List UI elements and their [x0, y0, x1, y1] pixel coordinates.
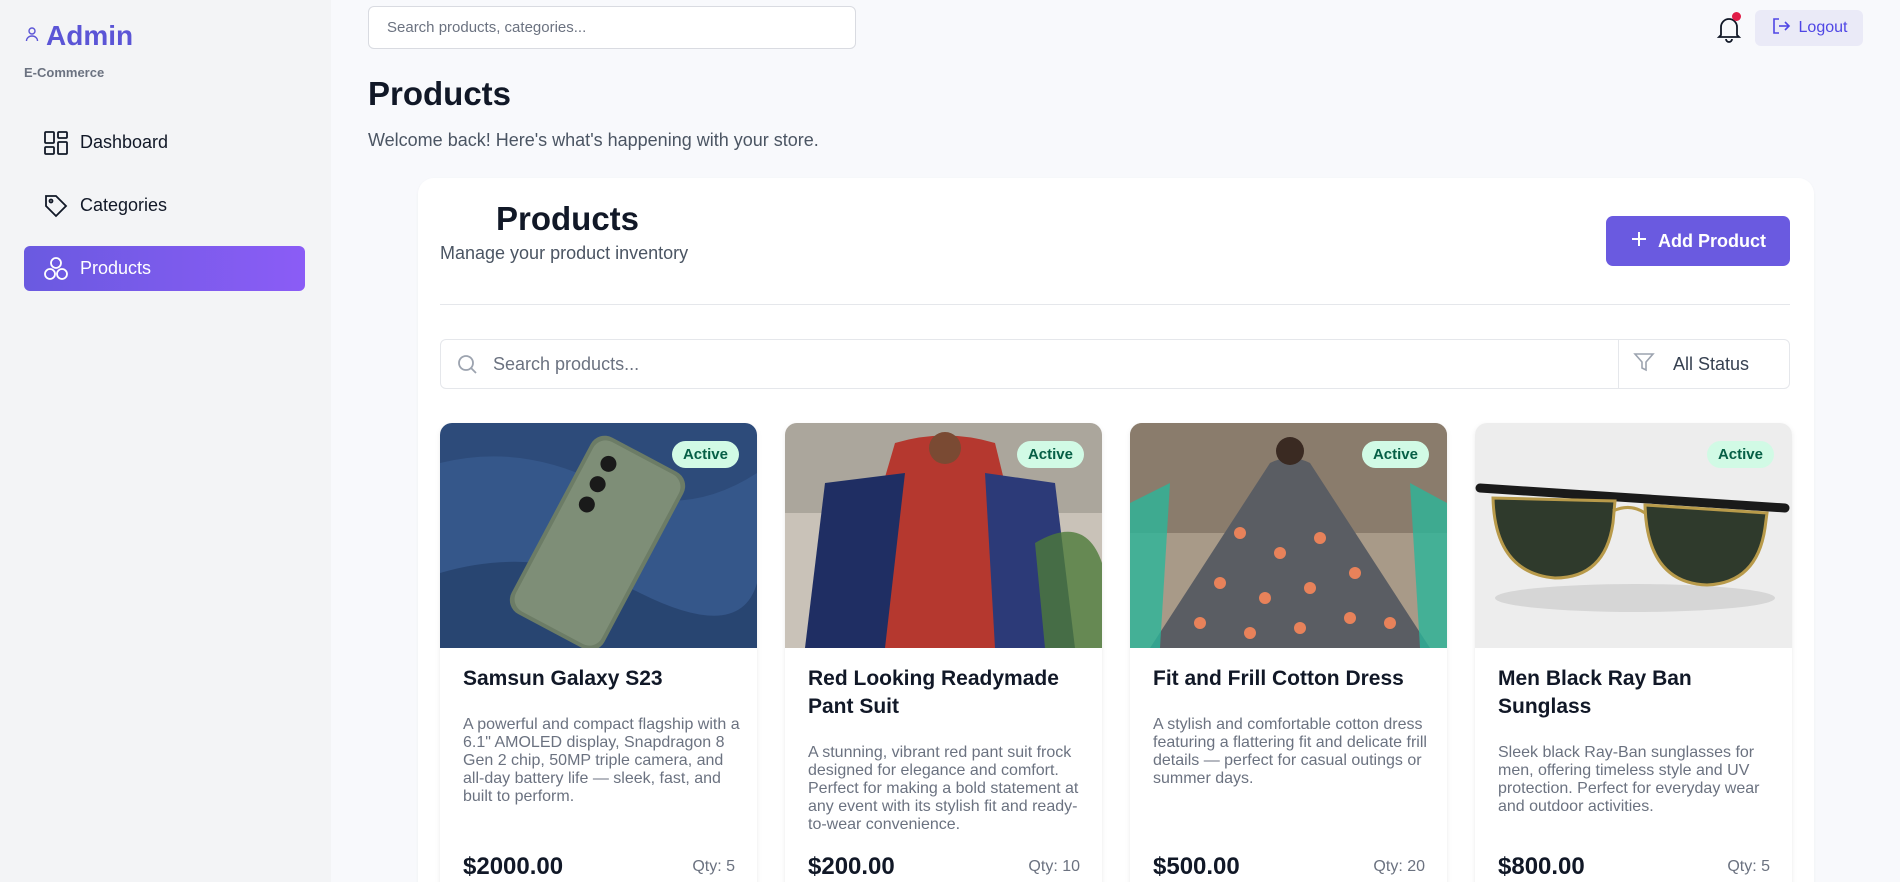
plus-icon — [1630, 230, 1648, 253]
status-badge: Active — [1706, 441, 1774, 468]
product-name: Fit and Frill Cotton Dress — [1153, 667, 1404, 690]
logout-icon — [1771, 16, 1791, 41]
product-qty: Qty: 10 — [1028, 858, 1080, 875]
product-search-bar: All Status — [440, 339, 1790, 389]
product-name: Men Black Ray Ban Sunglass — [1498, 667, 1692, 718]
product-price: $200.00 — [808, 853, 895, 880]
product-qty: Qty: 20 — [1373, 858, 1425, 875]
global-search-input[interactable] — [368, 6, 856, 49]
sidebar-item-label: Dashboard — [80, 132, 169, 152]
product-name: Red Looking Readymade Pant Suit — [808, 667, 1059, 718]
brand-title: Admin — [46, 20, 134, 51]
sidebar: Admin E-Commerce Dashboard Categories Pr… — [0, 0, 331, 882]
dashboard-icon — [42, 129, 70, 157]
status-filter-value: All Status — [1673, 353, 1750, 374]
product-card[interactable]: Active Men Black Ray Ban Sunglass Sleek … — [1475, 423, 1792, 882]
product-price: $2000.00 — [463, 853, 564, 880]
product-card[interactable]: Active Red Looking Readymade Pant Suit A… — [785, 423, 1102, 882]
product-grid: Active Samsun Galaxy S23 A powerful and … — [440, 423, 1792, 882]
product-qty: Qty: 5 — [1727, 858, 1770, 875]
notification-badge — [1732, 12, 1741, 21]
search-icon — [441, 340, 493, 388]
sidebar-nav: Dashboard Categories Products — [24, 120, 305, 309]
panel-title: Products — [496, 200, 640, 237]
product-card[interactable]: Active Samsun Galaxy S23 A powerful and … — [440, 423, 757, 882]
tag-icon — [42, 192, 70, 220]
sidebar-item-products[interactable]: Products — [24, 246, 305, 291]
product-image: Active — [785, 423, 1102, 648]
product-description: A stylish and comfortable cotton dress f… — [1153, 716, 1427, 787]
logout-label: Logout — [1798, 19, 1848, 36]
product-image: Active — [440, 423, 757, 648]
user-icon — [24, 26, 40, 47]
page-subtitle: Welcome back! Here's what's happening wi… — [368, 130, 819, 150]
logout-button[interactable]: Logout — [1755, 10, 1863, 46]
status-badge: Active — [1016, 441, 1084, 468]
product-price: $500.00 — [1153, 853, 1240, 880]
brand: Admin — [24, 20, 133, 52]
product-card[interactable]: Active Fit and Frill Cotton Dress A styl… — [1130, 423, 1447, 882]
product-qty: Qty: 5 — [692, 858, 735, 875]
add-product-label: Add Product — [1658, 230, 1766, 251]
sidebar-item-label: Categories — [80, 195, 168, 215]
sidebar-item-label: Products — [80, 258, 152, 278]
brand-subtitle: E-Commerce — [24, 65, 105, 80]
products-icon — [42, 255, 70, 283]
panel-subtitle: Manage your product inventory — [440, 243, 689, 263]
product-description: Sleek black Ray-Ban sunglasses for men, … — [1498, 744, 1760, 815]
status-badge: Active — [671, 441, 739, 468]
page-title: Products — [368, 75, 512, 112]
product-price: $800.00 — [1498, 853, 1585, 880]
product-search-input[interactable] — [493, 340, 1618, 388]
sidebar-item-dashboard[interactable]: Dashboard — [24, 120, 305, 165]
status-filter-select[interactable]: All Status — [1618, 340, 1789, 388]
product-image: Active — [1130, 423, 1447, 648]
filter-icon — [1633, 351, 1655, 378]
product-image: Active — [1475, 423, 1792, 648]
divider — [440, 304, 1790, 305]
product-name: Samsun Galaxy S23 — [463, 667, 663, 690]
sidebar-item-categories[interactable]: Categories — [24, 183, 305, 228]
product-description: A stunning, vibrant red pant suit frock … — [808, 744, 1079, 833]
status-badge: Active — [1361, 441, 1429, 468]
add-product-button[interactable]: Add Product — [1606, 216, 1790, 266]
product-description: A powerful and compact flagship with a 6… — [463, 716, 740, 805]
products-panel: Products Manage your product inventory A… — [418, 178, 1814, 882]
